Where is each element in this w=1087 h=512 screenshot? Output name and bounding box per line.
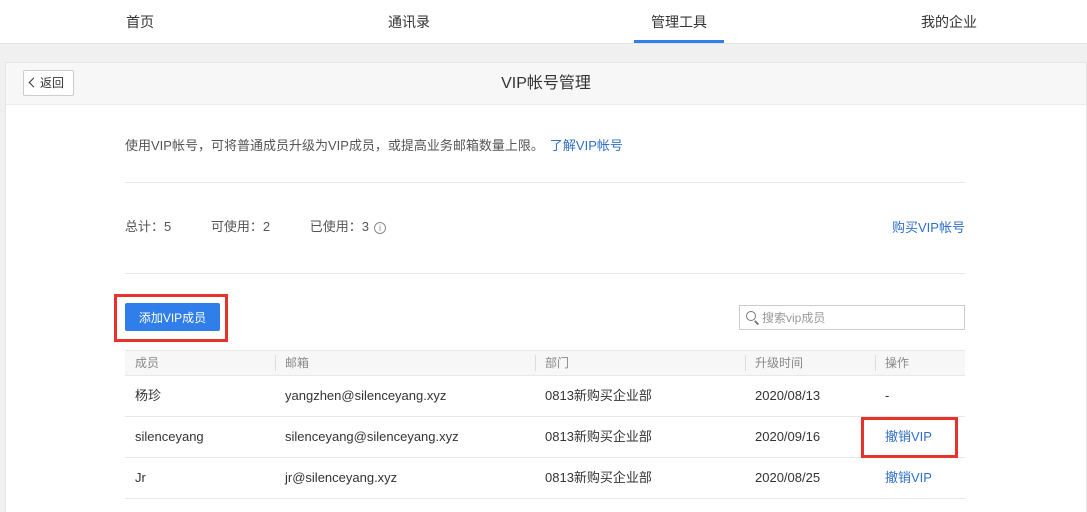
revoke-vip-link[interactable]: 撤销VIP — [885, 458, 932, 498]
member-department: 0813新购买企业部 — [545, 429, 652, 444]
search-box — [739, 305, 965, 330]
table-row: 杨珍 yangzhen@silenceyang.xyz 0813新购买企业部 2… — [125, 376, 965, 417]
upgrade-time: 2020/08/25 — [755, 470, 821, 485]
column-header-member: 成员 — [135, 356, 160, 370]
info-icon[interactable]: i — [373, 222, 386, 234]
column-separator — [745, 355, 746, 371]
table-header: 成员 邮箱 部门 升级时间 操作 — [125, 350, 965, 376]
table-row: silenceyang silenceyang@silenceyang.xyz … — [125, 417, 965, 458]
stat-available: 可使用：2 — [210, 219, 271, 234]
column-header-department: 部门 — [545, 356, 570, 370]
member-name: Jr — [135, 470, 146, 485]
column-separator — [535, 355, 536, 371]
column-separator — [275, 355, 276, 371]
upgrade-time: 2020/09/16 — [755, 429, 821, 444]
table-row: Jr jr@silenceyang.xyz 0813新购买企业部 2020/08… — [125, 458, 965, 499]
member-department: 0813新购买企业部 — [545, 388, 652, 403]
back-label: 返回 — [40, 76, 65, 90]
chevron-left-icon — [28, 77, 39, 88]
member-email: jr@silenceyang.xyz — [285, 470, 398, 485]
active-tab-indicator — [634, 40, 724, 43]
column-separator — [875, 355, 876, 371]
panel-header: VIP帐号管理 返回 — [6, 63, 1086, 105]
tab-my-enterprise[interactable]: 我的企业 — [913, 0, 985, 44]
divider — [125, 182, 965, 183]
page-title: VIP帐号管理 — [501, 75, 591, 92]
back-button[interactable]: 返回 — [23, 70, 74, 96]
member-name: 杨珍 — [135, 388, 162, 403]
top-nav: 首页 通讯录 管理工具 我的企业 — [0, 0, 1087, 44]
column-header-upgrade-time: 升级时间 — [755, 356, 804, 370]
vip-management-panel: VIP帐号管理 返回 使用VIP帐号，可将普通成员升级为VIP成员，或提高业务邮… — [5, 62, 1087, 512]
intro-text: 使用VIP帐号，可将普通成员升级为VIP成员，或提高业务邮箱数量上限。 了解VIP… — [125, 135, 623, 154]
upgrade-time: 2020/08/13 — [755, 388, 821, 403]
member-department: 0813新购买企业部 — [545, 470, 652, 485]
learn-vip-link[interactable]: 了解VIP帐号 — [550, 138, 623, 153]
search-icon — [746, 311, 756, 321]
vip-members-table: 成员 邮箱 部门 升级时间 操作 杨珍 yangzhen@silenceyang… — [125, 350, 965, 499]
tab-home[interactable]: 首页 — [118, 0, 162, 44]
intro-description: 使用VIP帐号，可将普通成员升级为VIP成员，或提高业务邮箱数量上限。 — [125, 138, 544, 153]
search-input[interactable] — [762, 308, 958, 327]
tab-contacts[interactable]: 通讯录 — [380, 0, 438, 44]
add-button-highlight: 添加VIP成员 — [114, 294, 228, 342]
add-vip-member-button[interactable]: 添加VIP成员 — [125, 303, 220, 331]
tab-management-tools[interactable]: 管理工具 — [634, 0, 724, 44]
row-action: - — [885, 388, 890, 403]
member-email: silenceyang@silenceyang.xyz — [285, 429, 459, 444]
buy-vip-link[interactable]: 购买VIP帐号 — [892, 217, 965, 236]
stat-total: 总计：5 — [125, 219, 172, 234]
member-email: yangzhen@silenceyang.xyz — [285, 388, 447, 403]
column-header-action: 操作 — [885, 356, 910, 370]
vip-stats: 总计：5 可使用：2 已使用：3 i — [125, 216, 386, 235]
stat-used: 已使用：3 — [309, 219, 369, 234]
divider — [125, 273, 965, 274]
member-name: silenceyang — [135, 429, 204, 444]
revoke-vip-link[interactable]: 撤销VIP — [885, 417, 932, 457]
column-header-email: 邮箱 — [285, 356, 310, 370]
